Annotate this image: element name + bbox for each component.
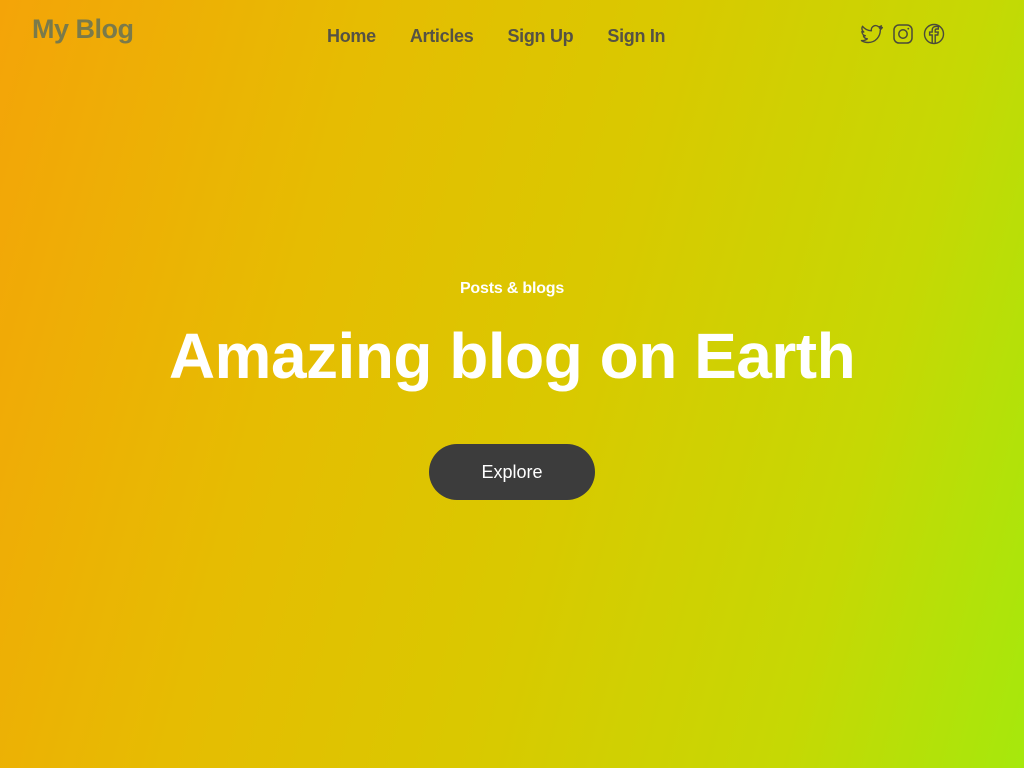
instagram-icon[interactable] — [891, 22, 915, 46]
facebook-icon[interactable] — [922, 22, 946, 46]
nav-home[interactable]: Home — [310, 26, 393, 47]
hero-section: Posts & blogs Amazing blog on Earth Expl… — [0, 278, 1024, 500]
hero-eyebrow: Posts & blogs — [459, 280, 565, 297]
site-logo[interactable]: My Blog — [32, 14, 134, 45]
hero-title: Amazing blog on Earth — [168, 320, 856, 392]
nav-articles[interactable]: Articles — [393, 26, 491, 47]
nav-sign-in[interactable]: Sign In — [590, 26, 682, 47]
twitter-icon[interactable] — [860, 22, 884, 46]
nav-sign-up[interactable]: Sign Up — [490, 26, 590, 47]
social-links — [860, 22, 946, 46]
main-nav: Home Articles Sign Up Sign In — [310, 26, 682, 47]
explore-button[interactable]: Explore — [429, 444, 595, 500]
